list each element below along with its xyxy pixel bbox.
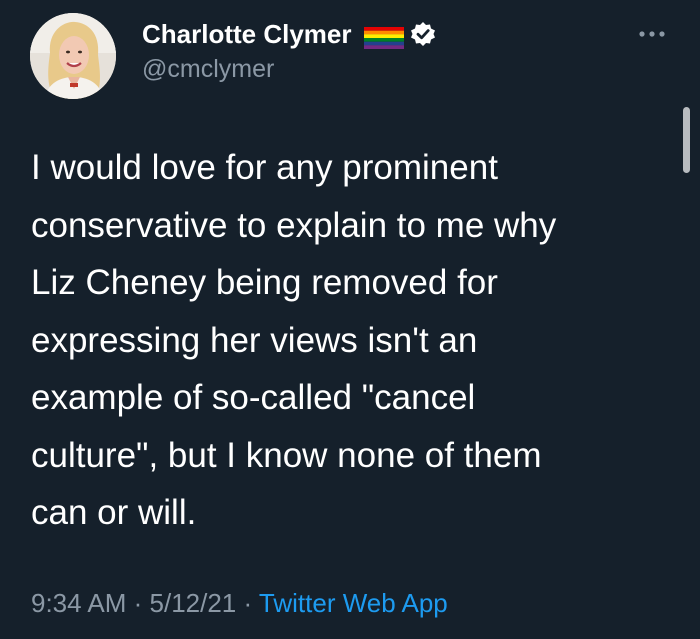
verified-badge-icon xyxy=(410,21,436,47)
tweet-text-line: Liz Cheney being removed for xyxy=(31,263,498,302)
tweet-text-line: can or will. xyxy=(31,493,197,532)
tweet-text-line: conservative to explain to me why xyxy=(31,205,557,245)
scrollbar-thumb[interactable] xyxy=(683,107,690,173)
tweet-time[interactable]: 9:34 AM xyxy=(31,588,126,618)
tweet-card: Charlotte Clymer @cmclymer I would love … xyxy=(0,0,700,639)
rainbow-flag-icon xyxy=(363,23,404,49)
profile-photo-icon xyxy=(30,13,116,99)
tweet-metadata: 9:34 AM · 5/12/21 · Twitter Web App xyxy=(31,585,448,621)
author-name-row[interactable]: Charlotte Clymer xyxy=(142,17,436,51)
separator-dot: · xyxy=(236,588,259,618)
author-display-name[interactable]: Charlotte Clymer xyxy=(142,17,352,51)
tweet-text-line: example of so-called "cancel xyxy=(31,378,476,417)
tweet-text: I would love for any prominent conservat… xyxy=(31,139,671,542)
separator-dot: · xyxy=(126,588,150,618)
tweet-date[interactable]: 5/12/21 xyxy=(150,588,237,618)
more-options-icon[interactable] xyxy=(637,27,667,39)
tweet-source-link[interactable]: Twitter Web App xyxy=(259,588,448,618)
tweet-text-line: expressing her views isn't an xyxy=(31,320,478,360)
avatar[interactable] xyxy=(30,13,116,99)
tweet-text-line: I would love for any prominent xyxy=(31,148,498,187)
author-handle[interactable]: @cmclymer xyxy=(142,54,274,84)
tweet-text-line: culture", but I know none of them xyxy=(31,435,542,475)
